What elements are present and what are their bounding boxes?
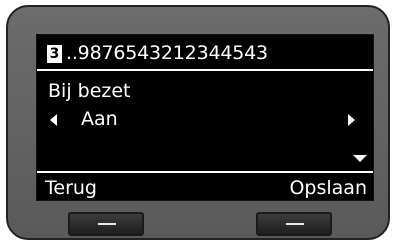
setting-label: Bij bezet: [48, 80, 131, 102]
minus-icon: [286, 223, 304, 225]
left-softkey-button[interactable]: [68, 212, 144, 236]
softkey-divider: [37, 171, 373, 173]
chevron-left-icon[interactable]: [50, 114, 57, 126]
setting-value: Aan: [81, 108, 118, 130]
softkey-back-label[interactable]: Terug: [45, 176, 97, 200]
chevron-down-icon: [353, 155, 367, 162]
right-softkey-button[interactable]: [256, 212, 332, 236]
header-divider: [37, 69, 373, 71]
minus-icon: [98, 223, 116, 225]
display-header: 3 ..9876543212344543: [37, 35, 373, 69]
setting-option-selector[interactable]: Aan: [37, 107, 373, 131]
caller-number: ..9876543212344543: [66, 42, 268, 64]
display-screen: 3 ..9876543212344543 Bij bezet Aan Terug…: [36, 34, 374, 201]
phone-device: 3 ..9876543212344543 Bij bezet Aan Terug…: [6, 5, 390, 240]
line-badge: 3: [47, 45, 62, 63]
softkey-save-label[interactable]: Opslaan: [289, 176, 367, 200]
chevron-right-icon[interactable]: [348, 114, 355, 126]
